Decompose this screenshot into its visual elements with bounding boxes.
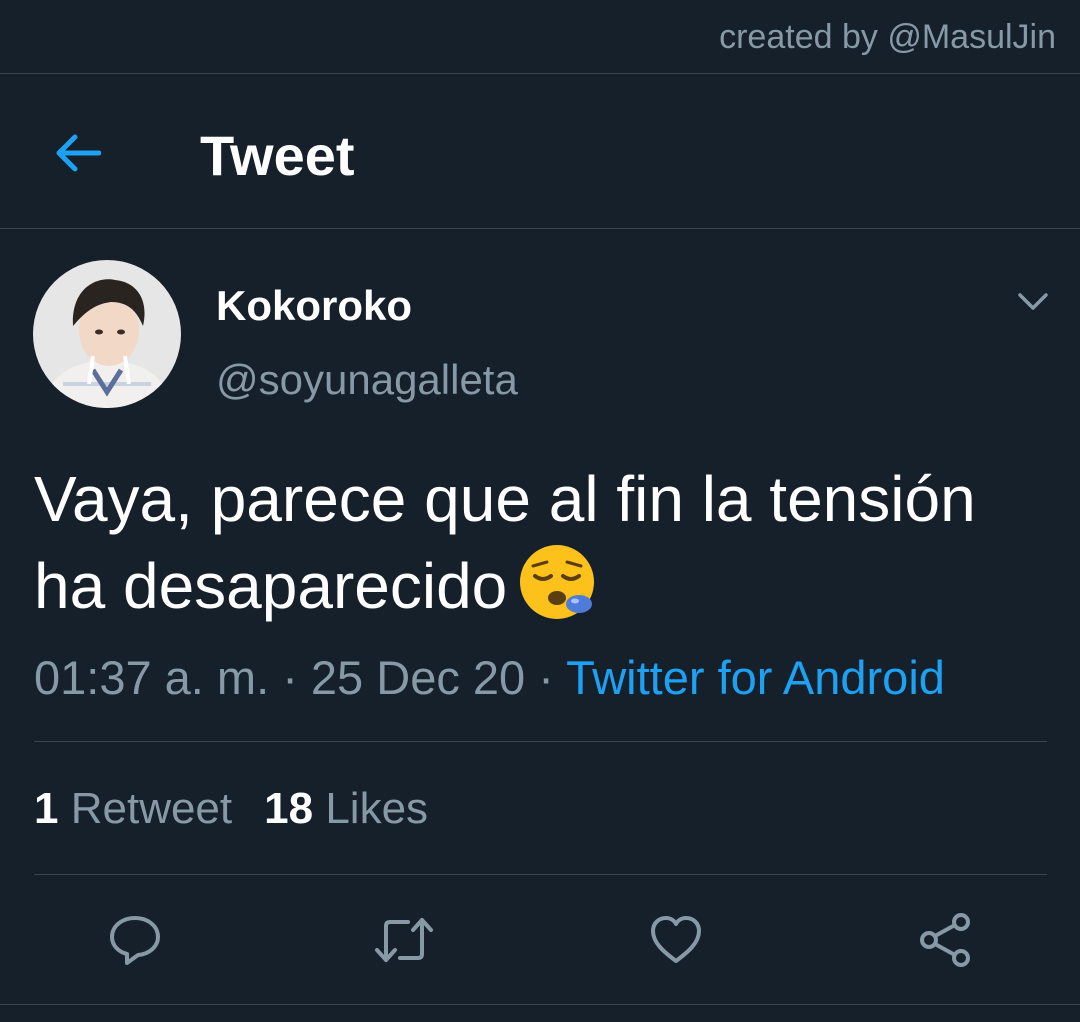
heart-icon — [651, 916, 701, 963]
back-button[interactable] — [46, 125, 108, 181]
watermark-credit: created by @MasulJin — [719, 18, 1056, 56]
likes-label: Likes — [325, 784, 429, 833]
arrow-left-icon — [56, 134, 101, 172]
reply-button[interactable] — [105, 910, 165, 970]
tweet-meta: 01:37 a. m. · 25 Dec 20 · Twitter for An… — [34, 650, 945, 705]
page-title: Tweet — [200, 124, 355, 187]
tweet-stats: 1 Retweet 18 Likes — [34, 784, 428, 834]
top-app-bar: Tweet — [0, 75, 1080, 229]
avatar[interactable] — [33, 260, 181, 408]
tweet-time: 01:37 a. m. — [34, 651, 270, 704]
watermark-bar: created by @MasulJin — [0, 0, 1080, 74]
divider — [0, 1004, 1080, 1005]
like-button[interactable] — [646, 910, 706, 970]
tweet-text: Vaya, parece que al fin la tensión ha de… — [34, 456, 1064, 629]
retweets-count: 1 — [34, 784, 59, 833]
tweet-text-line-1: Vaya, parece que al fin la tensión — [34, 463, 976, 535]
retweet-icon — [375, 918, 433, 962]
tweet-detail-screen: created by @MasulJin Tweet Kokoroko @soy… — [0, 0, 1080, 1022]
tweet-source-link[interactable]: Twitter for Android — [566, 651, 945, 704]
share-button[interactable] — [915, 910, 975, 970]
author-handle[interactable]: @soyunagalleta — [216, 356, 518, 404]
tweet-menu-button[interactable] — [1010, 282, 1056, 322]
tweet-date: 25 Dec 20 — [310, 651, 526, 704]
divider — [34, 874, 1047, 875]
retweets-stat[interactable]: 1 Retweet — [34, 784, 232, 833]
avatar-photo — [33, 260, 181, 408]
meta-separator: · — [538, 651, 554, 704]
likes-count: 18 — [264, 784, 314, 833]
author-display-name[interactable]: Kokoroko — [216, 282, 412, 330]
comment-icon — [110, 916, 160, 965]
retweets-label: Retweet — [70, 784, 233, 833]
sleepy-face-emoji — [520, 545, 595, 619]
tweet-text-line-2: ha desaparecido — [34, 550, 508, 622]
meta-separator: · — [282, 651, 298, 704]
divider — [34, 741, 1047, 742]
share-icon — [920, 913, 970, 967]
retweet-button[interactable] — [374, 910, 434, 970]
likes-stat[interactable]: 18 Likes — [264, 784, 428, 833]
chevron-down-icon — [1018, 293, 1048, 310]
